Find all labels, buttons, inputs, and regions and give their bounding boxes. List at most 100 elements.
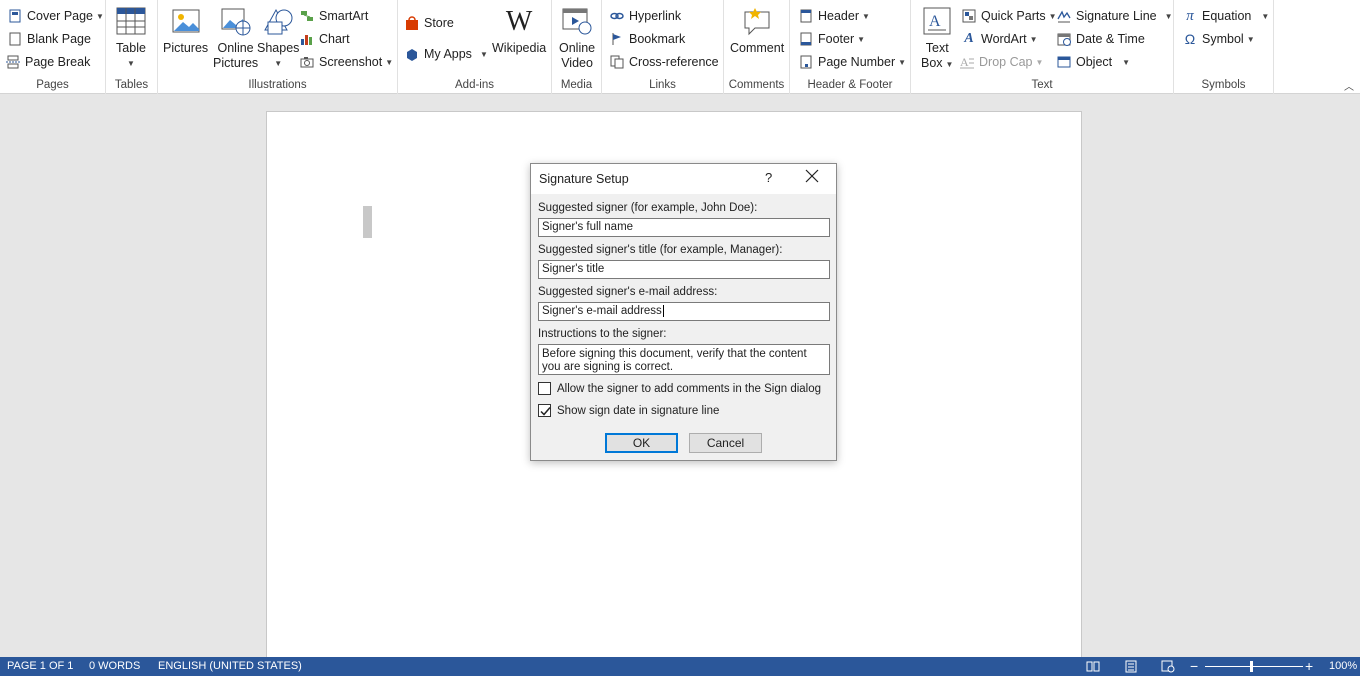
page-number-button[interactable]: Page Number ▼ bbox=[799, 52, 906, 72]
cross-reference-icon bbox=[610, 55, 624, 69]
footer-button[interactable]: Footer ▼ bbox=[799, 29, 865, 49]
object-button[interactable]: Object ▼ bbox=[1057, 52, 1130, 72]
header-icon bbox=[799, 9, 813, 23]
signer-label: Suggested signer (for example, John Doe)… bbox=[538, 202, 758, 214]
signature-setup-dialog: Signature Setup ? Suggested signer (for … bbox=[530, 163, 837, 461]
date-time-button[interactable]: Date & Time bbox=[1057, 29, 1145, 49]
page-break-icon bbox=[6, 55, 20, 69]
table-button[interactable]: Table ▼ bbox=[115, 5, 147, 71]
pictures-icon bbox=[170, 5, 202, 37]
group-label-addins: Add-ins bbox=[455, 79, 494, 91]
group-label-illustrations: Illustrations bbox=[248, 79, 307, 91]
bookmark-button[interactable]: Bookmark bbox=[610, 29, 685, 49]
smartart-icon bbox=[300, 9, 314, 23]
language-indicator[interactable]: ENGLISH (UNITED STATES) bbox=[158, 660, 302, 672]
allow-comments-row[interactable]: Allow the signer to add comments in the … bbox=[538, 382, 821, 395]
blank-page-button[interactable]: Blank Page bbox=[8, 29, 91, 49]
group-label-pages: Pages bbox=[36, 79, 69, 91]
signer-title-input[interactable]: Signer's title bbox=[538, 260, 830, 279]
chart-icon bbox=[300, 32, 314, 46]
store-button[interactable]: Store bbox=[405, 13, 454, 33]
instructions-textarea[interactable]: Before signing this document, verify tha… bbox=[538, 344, 830, 375]
group-label-media: Media bbox=[560, 79, 593, 91]
zoom-slider-thumb[interactable] bbox=[1250, 661, 1253, 672]
cancel-button[interactable]: Cancel bbox=[689, 433, 762, 453]
header-button[interactable]: Header ▼ bbox=[799, 6, 870, 26]
page-count[interactable]: PAGE 1 OF 1 bbox=[7, 660, 73, 672]
signature-line-button[interactable]: Signature Line ▼ bbox=[1057, 6, 1173, 26]
drop-cap-button[interactable]: A Drop Cap ▼ bbox=[960, 52, 1043, 72]
online-pictures-button[interactable]: Online Pictures bbox=[213, 5, 258, 71]
drop-cap-icon: A bbox=[960, 55, 974, 69]
chevron-down-icon: ▼ bbox=[1261, 11, 1270, 21]
chevron-down-icon: ▼ bbox=[857, 34, 866, 44]
page-break-button[interactable]: Page Break bbox=[6, 52, 90, 72]
collapse-ribbon-icon[interactable]: ︿ bbox=[1344, 78, 1354, 93]
comment-button[interactable]: Comment bbox=[730, 5, 784, 56]
word-count[interactable]: 0 WORDS bbox=[89, 660, 140, 672]
chevron-down-icon: ▼ bbox=[385, 57, 394, 67]
shapes-button[interactable]: Shapes ▼ bbox=[257, 5, 299, 71]
group-label-comments: Comments bbox=[728, 79, 785, 91]
table-icon bbox=[115, 5, 147, 37]
text-cursor bbox=[363, 206, 372, 238]
read-mode-icon[interactable] bbox=[1086, 660, 1100, 673]
zoom-level[interactable]: 100% bbox=[1329, 660, 1357, 672]
cover-page-button[interactable]: Cover Page ▼ bbox=[8, 6, 104, 26]
signer-name-input[interactable]: Signer's full name bbox=[538, 218, 830, 237]
chart-button[interactable]: Chart bbox=[300, 29, 350, 49]
group-tables: Table ▼ Tables bbox=[106, 0, 158, 94]
group-label-links: Links bbox=[649, 79, 676, 91]
hyperlink-icon bbox=[610, 9, 624, 23]
show-date-row[interactable]: Show sign date in signature line bbox=[538, 404, 719, 417]
chevron-down-icon: ▼ bbox=[479, 49, 488, 59]
chevron-down-icon: ▼ bbox=[945, 60, 954, 69]
chevron-down-icon: ▼ bbox=[1246, 34, 1255, 44]
quick-parts-button[interactable]: Quick Parts ▼ bbox=[962, 6, 1057, 26]
zoom-out-button[interactable]: − bbox=[1190, 658, 1198, 674]
smartart-button[interactable]: SmartArt bbox=[300, 6, 368, 26]
group-illustrations: Pictures Online Pictures Shapes ▼ SmartA… bbox=[158, 0, 398, 94]
wikipedia-button[interactable]: W Wikipedia bbox=[492, 5, 546, 56]
help-button[interactable]: ? bbox=[765, 170, 772, 185]
shapes-icon bbox=[262, 5, 294, 37]
group-links: Hyperlink Bookmark Cross-reference Links bbox=[602, 0, 724, 94]
chevron-down-icon: ▼ bbox=[1048, 11, 1057, 21]
group-media: Online Video Media bbox=[552, 0, 602, 94]
comment-icon bbox=[741, 5, 773, 37]
signer-email-input[interactable]: Signer's e-mail address bbox=[538, 302, 830, 321]
chevron-down-icon: ▼ bbox=[898, 57, 907, 67]
symbol-button[interactable]: Ω Symbol ▼ bbox=[1183, 29, 1255, 49]
group-label-text: Text bbox=[1031, 79, 1053, 91]
group-symbols: π Equation ▼ Ω Symbol ▼ Symbols bbox=[1174, 0, 1274, 94]
screenshot-button[interactable]: Screenshot ▼ bbox=[300, 52, 393, 72]
chevron-down-icon: ▼ bbox=[1029, 34, 1038, 44]
chevron-down-icon: ▼ bbox=[1035, 57, 1044, 67]
zoom-in-button[interactable]: + bbox=[1305, 658, 1313, 674]
hyperlink-button[interactable]: Hyperlink bbox=[610, 6, 681, 26]
group-label-symbols: Symbols bbox=[1201, 79, 1246, 91]
wordart-icon: A bbox=[964, 31, 974, 46]
cross-reference-button[interactable]: Cross-reference bbox=[610, 52, 719, 72]
show-date-checkbox[interactable] bbox=[538, 404, 551, 417]
close-icon[interactable] bbox=[805, 169, 821, 185]
web-layout-icon[interactable] bbox=[1161, 660, 1175, 673]
print-layout-icon[interactable] bbox=[1124, 660, 1138, 673]
zoom-slider[interactable] bbox=[1205, 666, 1303, 667]
wikipedia-icon: W bbox=[505, 5, 533, 37]
pictures-button[interactable]: Pictures bbox=[163, 5, 208, 56]
online-video-button[interactable]: Online Video bbox=[559, 5, 595, 71]
page-number-icon bbox=[799, 55, 813, 69]
chevron-down-icon: ▼ bbox=[274, 59, 283, 68]
equation-button[interactable]: π Equation ▼ bbox=[1183, 6, 1269, 26]
ok-button[interactable]: OK bbox=[605, 433, 678, 453]
chevron-down-icon: ▼ bbox=[1122, 57, 1131, 67]
dialog-title: Signature Setup bbox=[539, 172, 629, 186]
status-bar: PAGE 1 OF 1 0 WORDS ENGLISH (UNITED STAT… bbox=[0, 657, 1360, 676]
group-label-tables: Tables bbox=[114, 79, 149, 91]
my-apps-button[interactable]: My Apps ▼ bbox=[405, 44, 488, 64]
text-box-button[interactable]: A Text Box ▼ bbox=[921, 5, 953, 72]
bookmark-icon bbox=[610, 32, 624, 46]
allow-comments-checkbox[interactable] bbox=[538, 382, 551, 395]
wordart-button[interactable]: A WordArt ▼ bbox=[962, 29, 1038, 49]
